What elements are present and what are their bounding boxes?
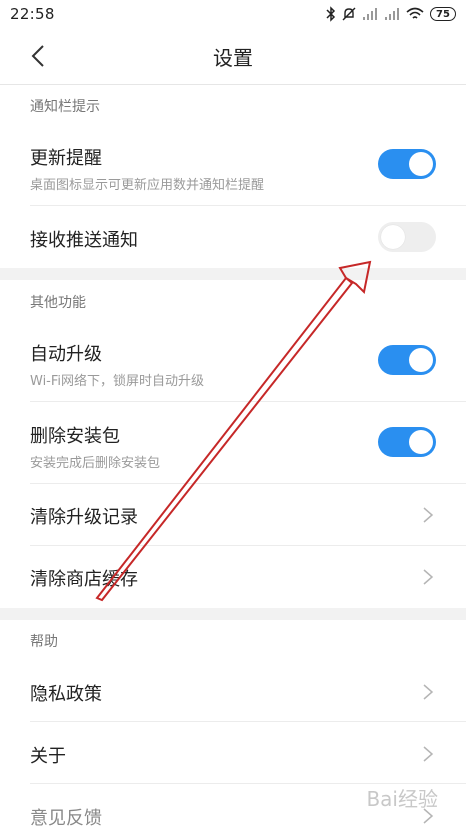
row-title: 关于 [30, 746, 66, 767]
chevron-right-icon [423, 684, 434, 700]
setting-privacy-policy[interactable]: 隐私政策 [0, 660, 466, 722]
signal-icon-2 [385, 8, 399, 20]
status-time: 22:58 [10, 5, 55, 23]
update-reminder-toggle[interactable] [378, 149, 436, 179]
setting-clear-store-cache[interactable]: 清除商店缓存 [0, 546, 466, 608]
chevron-right-icon [423, 569, 434, 585]
push-notification-toggle[interactable] [378, 222, 436, 252]
row-title: 清除升级记录 [30, 507, 138, 528]
row-title: 清除商店缓存 [30, 569, 138, 590]
signal-icon-1 [363, 8, 377, 20]
row-title: 隐私政策 [30, 684, 102, 705]
watermark: Bai经验 [366, 787, 438, 811]
section-gap [0, 268, 466, 280]
page-title: 设置 [213, 45, 253, 70]
section-gap [0, 608, 466, 620]
status-bar: 22:58 75 [0, 0, 466, 28]
battery-indicator: 75 [430, 7, 456, 21]
bluetooth-icon [326, 6, 336, 22]
auto-upgrade-toggle[interactable] [378, 345, 436, 375]
status-icons: 75 [326, 6, 456, 22]
setting-about[interactable]: 关于 [0, 722, 466, 784]
chevron-right-icon [423, 746, 434, 762]
setting-update-reminder[interactable]: 更新提醒 桌面图标显示可更新应用数并通知栏提醒 [0, 124, 466, 206]
delete-package-toggle[interactable] [378, 427, 436, 457]
section-header-notification: 通知栏提示 [30, 99, 100, 115]
setting-clear-upgrade-history[interactable]: 清除升级记录 [0, 484, 466, 546]
section-header-other: 其他功能 [30, 295, 86, 311]
nav-bar: 设置 [0, 28, 466, 85]
wifi-icon [406, 7, 424, 19]
setting-push-notification[interactable]: 接收推送通知 [0, 206, 466, 268]
mute-bell-icon [342, 7, 356, 21]
setting-delete-package[interactable]: 删除安装包 安装完成后删除安装包 [0, 402, 466, 484]
section-header-help: 帮助 [30, 634, 58, 650]
back-button[interactable] [24, 42, 52, 70]
chevron-left-icon [31, 45, 44, 67]
chevron-right-icon [423, 507, 434, 523]
setting-auto-upgrade[interactable]: 自动升级 Wi-Fi网络下，锁屏时自动升级 [0, 320, 466, 402]
